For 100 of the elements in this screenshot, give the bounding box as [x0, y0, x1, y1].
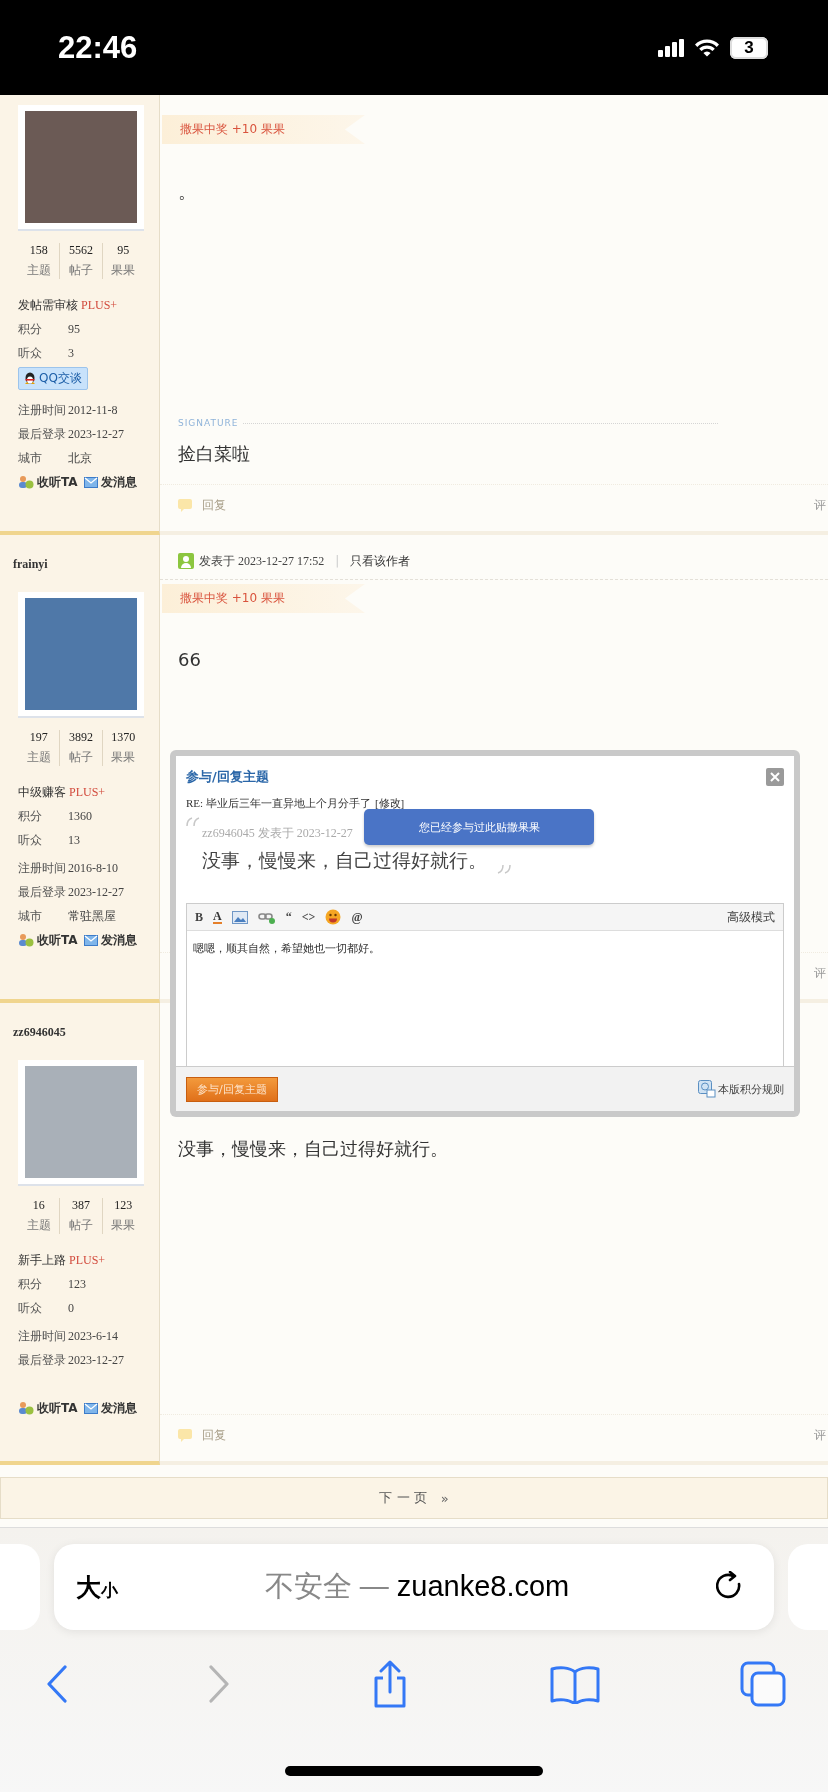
- quote-meta: zz6946045 发表于 2023-12-27: [202, 825, 353, 842]
- status-time: 22:46: [58, 29, 138, 66]
- field-label: 积分: [18, 320, 43, 338]
- stat-label: 主题: [26, 1217, 51, 1234]
- people-icon: [18, 933, 34, 947]
- message-link[interactable]: 发消息: [83, 931, 137, 949]
- stat-value: 95: [117, 243, 130, 258]
- field-value: 2023-12-27: [68, 1352, 124, 1368]
- reply-subject: RE: 毕业后三年一直异地上个月分手了: [186, 796, 371, 811]
- plus-label: PLUS+: [69, 1252, 106, 1268]
- edit-link[interactable]: [修改]: [374, 796, 405, 811]
- rules-link[interactable]: 本版积分规则: [698, 1080, 784, 1098]
- field-label: 积分: [18, 807, 43, 825]
- quote-text: 没事，慢慢来，自己过得好就行。: [202, 848, 487, 873]
- address-bar[interactable]: 大小 不安全 — zuanke8.com: [54, 1544, 774, 1630]
- close-icon[interactable]: [770, 772, 780, 782]
- field-value: 北京: [68, 449, 92, 467]
- field-label: 注册时间: [18, 859, 67, 877]
- follow-link[interactable]: 收听TA: [18, 1399, 78, 1417]
- field-label: 听众: [18, 1299, 43, 1317]
- rules-icon: [698, 1080, 716, 1098]
- user-rank: 发帖需审核: [18, 296, 78, 314]
- field-value: 2016-8-10: [68, 860, 118, 876]
- field-label: 听众: [18, 344, 43, 362]
- plus-label: PLUS+: [81, 297, 118, 313]
- stat-value: 3892: [69, 730, 93, 745]
- stat-label: 主题: [26, 262, 51, 279]
- link-icon[interactable]: [257, 910, 276, 924]
- people-icon: [18, 1401, 34, 1415]
- envelope-icon: [83, 1402, 98, 1414]
- field-value: 123: [68, 1276, 86, 1292]
- envelope-icon: [83, 934, 98, 946]
- tabs-icon[interactable]: [740, 1661, 786, 1707]
- toast-message: 您已经参与过此贴撒果果: [364, 809, 594, 845]
- message-link[interactable]: 发消息: [83, 473, 137, 491]
- stat-label: 果果: [111, 262, 136, 279]
- field-label: 最后登录: [18, 425, 67, 443]
- author-name[interactable]: frainyi: [13, 557, 159, 572]
- format-tool[interactable]: B: [195, 909, 203, 925]
- format-tool[interactable]: “: [285, 909, 292, 925]
- field-label: 最后登录: [18, 1351, 67, 1369]
- stat-value: 158: [29, 243, 48, 258]
- speech-bubble-icon: [178, 498, 194, 512]
- user-rank: 新手上路: [18, 1251, 66, 1269]
- format-tool[interactable]: @: [351, 909, 363, 925]
- award-banner: 撒果中奖 +10 果果: [162, 584, 365, 613]
- field-label: 城市: [18, 907, 43, 925]
- author-name[interactable]: zz6946045: [13, 1025, 159, 1040]
- signature-label: SIGNATURE: [178, 418, 239, 428]
- stat-label: 主题: [26, 749, 51, 766]
- field-value: 2023-12-27: [68, 884, 124, 900]
- separator: |: [335, 554, 340, 568]
- next-page-button[interactable]: 下 一 页 »: [0, 1477, 828, 1519]
- penguin-icon: [24, 372, 36, 385]
- back-icon[interactable]: [46, 1665, 68, 1703]
- stat-label: 帖子: [69, 749, 93, 766]
- font-color-tool[interactable]: A: [213, 910, 222, 924]
- book-icon[interactable]: [550, 1664, 600, 1704]
- field-value: 2023-12-27: [68, 426, 124, 442]
- wifi-icon: [694, 38, 720, 57]
- image-icon[interactable]: [231, 910, 248, 924]
- signal-icon: [658, 38, 684, 57]
- qq-chat-button[interactable]: QQ交谈: [18, 367, 88, 390]
- close-button[interactable]: [766, 768, 784, 786]
- reply-editor[interactable]: B A “ <> @ 高级模式 嗯嗯，顺其自然，希望她也一切都好。: [186, 903, 784, 1066]
- field-label: 积分: [18, 1275, 43, 1293]
- field-value: 0: [68, 1300, 74, 1316]
- stat-value: 1370: [111, 730, 136, 745]
- stat-label: 帖子: [69, 262, 93, 279]
- post-body: 没事，慢慢来，自己过得好就行。: [178, 1137, 449, 1161]
- view-author-link[interactable]: 只看该作者: [350, 552, 411, 570]
- post-date: 发表于 2023-12-27 17:52: [199, 552, 325, 570]
- field-label: 城市: [18, 449, 43, 467]
- field-label: 最后登录: [18, 883, 67, 901]
- battery-indicator: 3: [730, 36, 768, 59]
- url-text: 不安全 — zuanke8.com: [263, 1569, 571, 1604]
- smiley-icon[interactable]: [325, 909, 342, 925]
- post-body: 。: [178, 180, 197, 204]
- follow-link[interactable]: 收听TA: [18, 473, 78, 491]
- field-value: 2012-11-8: [68, 402, 118, 418]
- stat-value: 16: [32, 1198, 45, 1213]
- user-rank: 中级赚客: [18, 783, 66, 801]
- envelope-icon: [83, 476, 98, 488]
- close-quote-icon: [497, 864, 511, 874]
- follow-link[interactable]: 收听TA: [18, 931, 78, 949]
- stat-label: 果果: [111, 749, 136, 766]
- stat-value: 197: [29, 730, 48, 745]
- user-icon: [178, 553, 194, 569]
- dialog-title: 参与/回复主题: [186, 768, 269, 786]
- people-icon: [18, 475, 34, 489]
- stat-label: 帖子: [69, 1217, 93, 1234]
- award-banner: 撒果中奖 +10 果果: [162, 115, 365, 144]
- post-body: 66: [178, 649, 202, 670]
- format-tool[interactable]: <>: [301, 909, 316, 925]
- field-value: 2023-6-14: [68, 1328, 118, 1344]
- text-size-button[interactable]: 大小: [76, 1570, 118, 1604]
- advanced-mode-link[interactable]: 高级模式: [727, 908, 775, 926]
- field-value: 3: [68, 345, 74, 361]
- plus-label: PLUS+: [69, 784, 106, 800]
- message-link[interactable]: 发消息: [83, 1399, 137, 1417]
